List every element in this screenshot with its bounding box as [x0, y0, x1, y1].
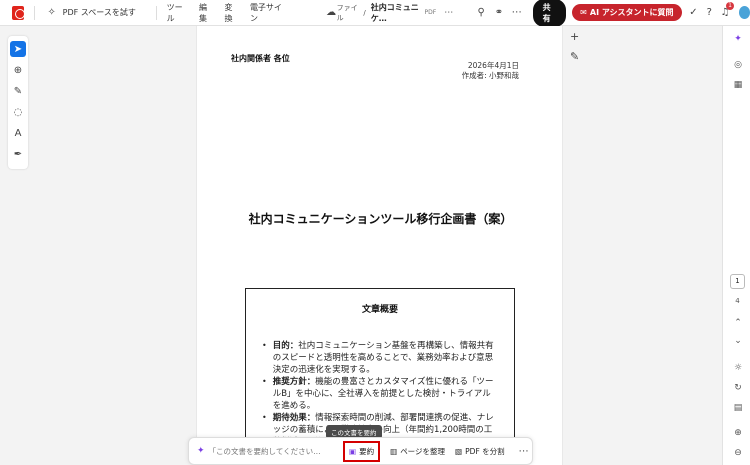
breadcrumb-separator: / [363, 8, 366, 17]
organize-pages-label: ページを整理 [400, 446, 446, 456]
list-item: • 推奨方針：機能の豊富さとカスタマイズ性に優れる「ツールB」を中心に、全社導入… [262, 376, 498, 412]
breadcrumb-root[interactable]: ファイル [337, 3, 359, 23]
split-pdf-icon: ▧ [455, 446, 463, 456]
headphones-icon[interactable]: ⚭ [493, 6, 505, 20]
file-more-button[interactable]: ⋯ [444, 8, 453, 18]
check-circle-icon[interactable]: ✓ [688, 6, 700, 20]
add-icon[interactable]: + [570, 30, 582, 50]
summary-title: 文章概要 [361, 305, 398, 315]
ask-ai-placeholder: 「この文書を要約してください… [208, 446, 321, 456]
summarize-button[interactable]: ▣ 要約 [343, 440, 381, 462]
divider [155, 5, 157, 20]
bullet-text: 社内コミュニケーション基盤を再構築し、情報共有のスピードと透明性を高めることで、… [272, 341, 494, 375]
auto-scroll-icon[interactable]: ☼ [731, 361, 745, 375]
cloud-icon: ☁ [326, 7, 337, 18]
edit-pencil-icon[interactable]: ✎ [570, 50, 582, 70]
pdf-space-icon: ✧ [47, 7, 56, 18]
menu-esign[interactable]: 電子サイン [250, 2, 284, 24]
menu-tools[interactable]: ツール [167, 2, 187, 24]
document-page: 社内関係者 各位 2026年4月1日 作成者: 小野和哉 社内コミュニケーション… [196, 26, 563, 465]
menu-convert[interactable]: 変換 [224, 2, 238, 24]
split-pdf-label: PDF を分割 [465, 446, 505, 456]
help-icon[interactable]: ? [703, 6, 715, 20]
organize-pages-icon: ▥ [390, 446, 398, 456]
document-date: 2026年4月1日 [467, 61, 519, 70]
right-rail: ✦ ◎ ▦ 1 4 ⌃ ⌄ ☼ ↻ ▤ ⊕ ⊖ [722, 26, 750, 465]
divider [33, 5, 35, 20]
bullet-label: 期待効果： [272, 413, 316, 423]
ai-sparkle-icon: ✦ [197, 446, 205, 456]
comment-icon[interactable]: ◎ [731, 58, 745, 72]
document-addressee: 社内関係者 各位 [231, 54, 290, 63]
bell-icon[interactable]: ♫ 1 [719, 1, 734, 20]
document-title: 社内コミュニケーションツール移行企画書（案） [248, 212, 513, 226]
acrobat-logo-icon[interactable] [12, 5, 25, 20]
text-box-icon[interactable]: A [10, 125, 26, 141]
save-page-icon[interactable]: ▤ [731, 401, 745, 415]
chevron-down-icon[interactable]: ⌄ [731, 334, 745, 348]
ai-assistant-button[interactable]: ✉ AI アシスタントに質問 [572, 4, 682, 21]
lasso-tool-icon[interactable]: ◌ [10, 104, 26, 120]
bullet-dot: • [262, 377, 267, 386]
try-pdf-space-label: PDF スペースを試す [62, 8, 136, 17]
top-bar: ✧ PDF スペースを試す ツール 編集 変換 電子サイン ☁ ファイル / 社… [0, 0, 750, 27]
canvas-tools: + ✎ [570, 30, 582, 70]
rotate-icon[interactable]: ↻ [731, 381, 745, 395]
chevron-up-icon[interactable]: ⌃ [731, 316, 745, 330]
summarize-icon: ▣ [349, 446, 357, 456]
bullet-label: 推奨方針： [272, 377, 316, 387]
bullet-dot: • [262, 341, 267, 350]
summarize-label: 要約 [359, 446, 375, 456]
split-pdf-button[interactable]: ▧ PDF を分割 [455, 446, 505, 457]
menu-edit[interactable]: 編集 [199, 2, 213, 24]
try-pdf-space-button[interactable]: ✧ PDF スペースを試す [45, 6, 136, 20]
zoom-out-icon[interactable]: ⊖ [731, 446, 745, 460]
ai-chat-icon: ✉ [580, 8, 587, 17]
file-name[interactable]: 社内コミュニケ… [371, 2, 421, 24]
ai-assistant-label: AI アシスタントに質問 [589, 8, 674, 17]
ai-panel-icon[interactable]: ✦ [731, 32, 745, 46]
left-toolbar: ➤ ⊕ ✎ ◌ A ✒ [8, 36, 28, 169]
share-button[interactable]: 共有 [532, 0, 567, 27]
select-cursor-icon[interactable]: ➤ [10, 41, 26, 57]
search-icon[interactable]: ⚲ [475, 6, 487, 20]
document-date-block: 2026年4月1日 作成者: 小野和哉 [462, 61, 519, 81]
more-icon[interactable]: ⋯ [511, 6, 523, 20]
zoom-in-icon[interactable]: ⊕ [731, 426, 745, 440]
total-pages: 4 [735, 297, 740, 305]
zoom-tool-icon[interactable]: ⊕ [10, 62, 26, 78]
sign-tool-icon[interactable]: ✒ [10, 146, 26, 162]
list-item: • 目的：社内コミュニケーション基盤を再構築し、情報共有のスピードと透明性を高め… [262, 340, 498, 376]
current-page-input[interactable]: 1 [730, 274, 745, 289]
ask-ai-input[interactable]: ✦ 「この文書を要約してください… [197, 446, 337, 457]
breadcrumb: ☁ ファイル / 社内コミュニケ… PDF ⋯ [326, 2, 453, 24]
document-author: 作成者: 小野和哉 [461, 71, 519, 80]
thumbnails-icon[interactable]: ▦ [731, 78, 745, 92]
bottom-action-bar: ✦ 「この文書を要約してください… ▣ 要約 ▥ ページを整理 ▧ PDF を分… [188, 437, 533, 465]
organize-pages-button[interactable]: ▥ ページを整理 [390, 446, 445, 457]
more-actions-button[interactable]: ⋯ [519, 446, 529, 457]
notification-count: 1 [726, 1, 734, 10]
bullet-label: 目的： [272, 341, 299, 351]
avatar[interactable] [738, 6, 750, 19]
file-type-badge: PDF [424, 9, 437, 16]
pen-tool-icon[interactable]: ✎ [10, 83, 26, 99]
